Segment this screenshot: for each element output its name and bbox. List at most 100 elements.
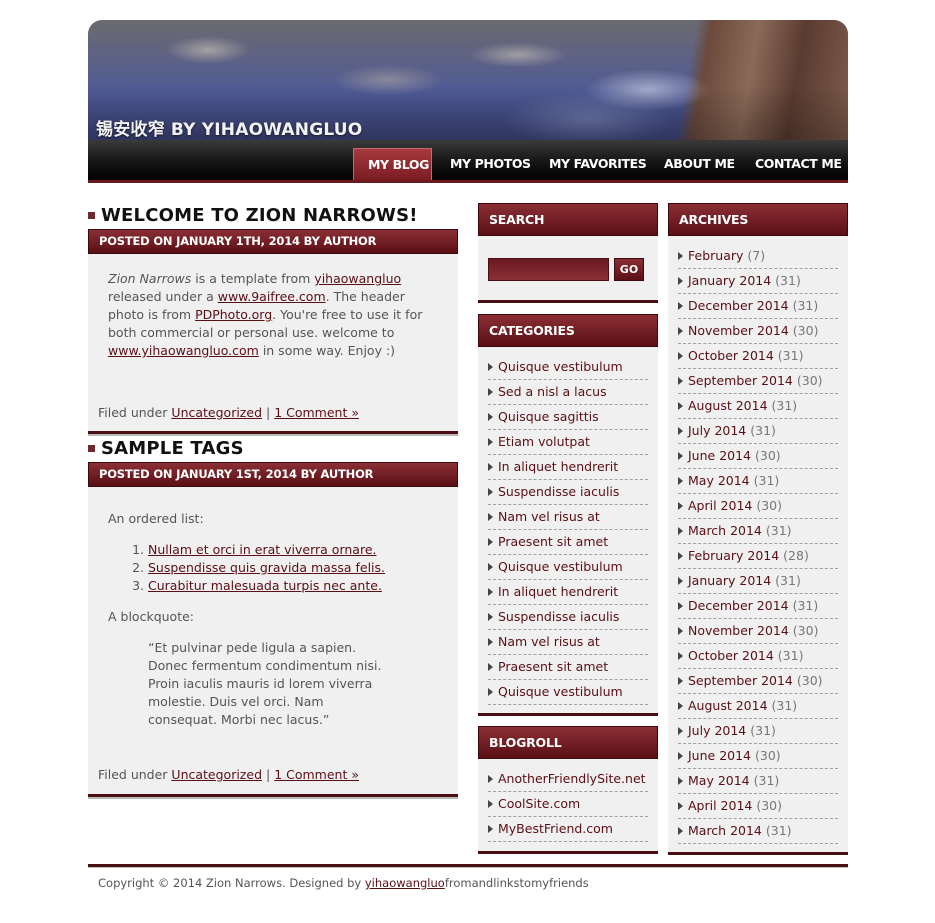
list-item[interactable]: Nam vel risus at [488, 630, 648, 655]
search-go-button[interactable]: GO [614, 258, 644, 281]
list-item[interactable]: July 2014 (31) [678, 719, 838, 744]
archive-link[interactable]: June 2014 [688, 748, 751, 763]
list-item[interactable]: September 2014 (30) [678, 669, 838, 694]
category-link[interactable]: In aliquet hendrerit [498, 584, 618, 599]
archive-link[interactable]: December 2014 [688, 598, 789, 613]
list-item[interactable]: Quisque vestibulum [488, 555, 648, 580]
list-item-link[interactable]: Suspendisse quis gravida massa felis. [148, 560, 385, 575]
archive-link[interactable]: September 2014 [688, 673, 793, 688]
category-link[interactable]: Nam vel risus at [498, 509, 600, 524]
category-link[interactable]: Praesent sit amet [498, 659, 608, 674]
blogroll-link[interactable]: CoolSite.com [498, 796, 580, 811]
archive-link[interactable]: March 2014 [688, 823, 762, 838]
category-link[interactable]: Uncategorized [171, 767, 262, 782]
list-item[interactable]: December 2014 (31) [678, 594, 838, 619]
blogroll-link[interactable]: AnotherFriendlySite.net [498, 771, 646, 786]
list-item[interactable]: August 2014 (31) [678, 694, 838, 719]
category-link[interactable]: Quisque sagittis [498, 409, 599, 424]
archive-link[interactable]: January 2014 [688, 573, 771, 588]
category-link[interactable]: In aliquet hendrerit [498, 459, 618, 474]
list-item[interactable]: April 2014 (30) [678, 494, 838, 519]
list-item[interactable]: Praesent sit amet [488, 655, 648, 680]
list-item[interactable]: Suspendisse iaculis [488, 605, 648, 630]
author-link[interactable]: yihaowangluo [314, 271, 401, 286]
category-link[interactable]: Quisque vestibulum [498, 359, 623, 374]
list-item[interactable]: March 2014 (31) [678, 519, 838, 544]
archive-link[interactable]: March 2014 [688, 523, 762, 538]
list-item-link[interactable]: Curabitur malesuada turpis nec ante. [148, 578, 382, 593]
list-item[interactable]: May 2014 (31) [678, 769, 838, 794]
website-link[interactable]: www.yihaowangluo.com [108, 343, 259, 358]
archive-link[interactable]: August 2014 [688, 398, 768, 413]
category-link[interactable]: Sed a nisl a lacus [498, 384, 607, 399]
post-title-text[interactable]: WELCOME TO ZION NARROWS! [101, 205, 418, 226]
archive-link[interactable]: November 2014 [688, 623, 789, 638]
list-item[interactable]: Quisque vestibulum [488, 355, 648, 380]
list-item[interactable]: November 2014 (30) [678, 319, 838, 344]
comments-link[interactable]: 1 Comment » [274, 405, 359, 420]
comments-link[interactable]: 1 Comment » [274, 767, 359, 782]
list-item[interactable]: In aliquet hendrerit [488, 455, 648, 480]
archive-link[interactable]: February 2014 [688, 548, 779, 563]
archive-link[interactable]: July 2014 [688, 423, 746, 438]
license-link[interactable]: www.9aifree.com [218, 289, 326, 304]
list-item[interactable]: January 2014 (31) [678, 269, 838, 294]
nav-item-my-photos[interactable]: MY PHOTOS [436, 148, 545, 180]
list-item[interactable]: March 2014 (31) [678, 819, 838, 844]
list-item[interactable]: August 2014 (31) [678, 394, 838, 419]
list-item[interactable]: January 2014 (31) [678, 569, 838, 594]
list-item[interactable]: May 2014 (31) [678, 469, 838, 494]
list-item[interactable]: February (7) [678, 244, 838, 269]
category-link[interactable]: Quisque vestibulum [498, 684, 623, 699]
list-item[interactable]: February 2014 (28) [678, 544, 838, 569]
category-link[interactable]: Suspendisse iaculis [498, 484, 619, 499]
list-item[interactable]: Nam vel risus at [488, 505, 648, 530]
nav-item-contact-me[interactable]: CONTACT ME [741, 148, 856, 180]
archive-link[interactable]: October 2014 [688, 348, 774, 363]
list-item[interactable]: October 2014 (31) [678, 644, 838, 669]
archive-link[interactable]: June 2014 [688, 448, 751, 463]
nav-item-my-favorites[interactable]: MY FAVORITES [535, 148, 660, 180]
archive-link[interactable]: February [688, 248, 743, 263]
archive-link[interactable]: November 2014 [688, 323, 789, 338]
nav-item-my-blog[interactable]: MY BLOG [353, 148, 432, 180]
nav-item-about-me[interactable]: ABOUT ME [650, 148, 749, 180]
archive-link[interactable]: August 2014 [688, 698, 768, 713]
list-item[interactable]: Praesent sit amet [488, 530, 648, 555]
designer-link[interactable]: yihaowangluo [365, 876, 445, 890]
category-link[interactable]: Etiam volutpat [498, 434, 590, 449]
archive-link[interactable]: September 2014 [688, 373, 793, 388]
category-link[interactable]: Quisque vestibulum [498, 559, 623, 574]
list-item[interactable]: CoolSite.com [488, 792, 648, 817]
list-item[interactable]: July 2014 (31) [678, 419, 838, 444]
post-title-text[interactable]: SAMPLE TAGS [101, 438, 244, 459]
category-link[interactable]: Praesent sit amet [498, 534, 608, 549]
post-title[interactable]: WELCOME TO ZION NARROWS! [88, 205, 418, 226]
blogroll-link[interactable]: MyBestFriend.com [498, 821, 613, 836]
list-item-link[interactable]: Nullam et orci in erat viverra ornare. [148, 542, 377, 557]
list-item[interactable]: Quisque sagittis [488, 405, 648, 430]
list-item[interactable]: Etiam volutpat [488, 430, 648, 455]
list-item[interactable]: September 2014 (30) [678, 369, 838, 394]
category-link[interactable]: Suspendisse iaculis [498, 609, 619, 624]
list-item[interactable]: November 2014 (30) [678, 619, 838, 644]
archive-link[interactable]: May 2014 [688, 473, 750, 488]
archive-link[interactable]: April 2014 [688, 798, 752, 813]
search-input[interactable] [488, 258, 609, 281]
archive-link[interactable]: December 2014 [688, 298, 789, 313]
list-item[interactable]: Quisque vestibulum [488, 680, 648, 705]
list-item[interactable]: December 2014 (31) [678, 294, 838, 319]
list-item[interactable]: Sed a nisl a lacus [488, 380, 648, 405]
list-item[interactable]: AnotherFriendlySite.net [488, 767, 648, 792]
list-item[interactable]: In aliquet hendrerit [488, 580, 648, 605]
list-item[interactable]: June 2014 (30) [678, 744, 838, 769]
archive-link[interactable]: January 2014 [688, 273, 771, 288]
post-title[interactable]: SAMPLE TAGS [88, 438, 244, 459]
site-title[interactable]: 锡安收窄 BY YIHAOWANGLUO [96, 115, 362, 140]
archive-link[interactable]: July 2014 [688, 723, 746, 738]
list-item[interactable]: June 2014 (30) [678, 444, 838, 469]
archive-link[interactable]: May 2014 [688, 773, 750, 788]
archive-link[interactable]: April 2014 [688, 498, 752, 513]
category-link[interactable]: Uncategorized [171, 405, 262, 420]
photo-source-link[interactable]: PDPhoto.org [195, 307, 272, 322]
